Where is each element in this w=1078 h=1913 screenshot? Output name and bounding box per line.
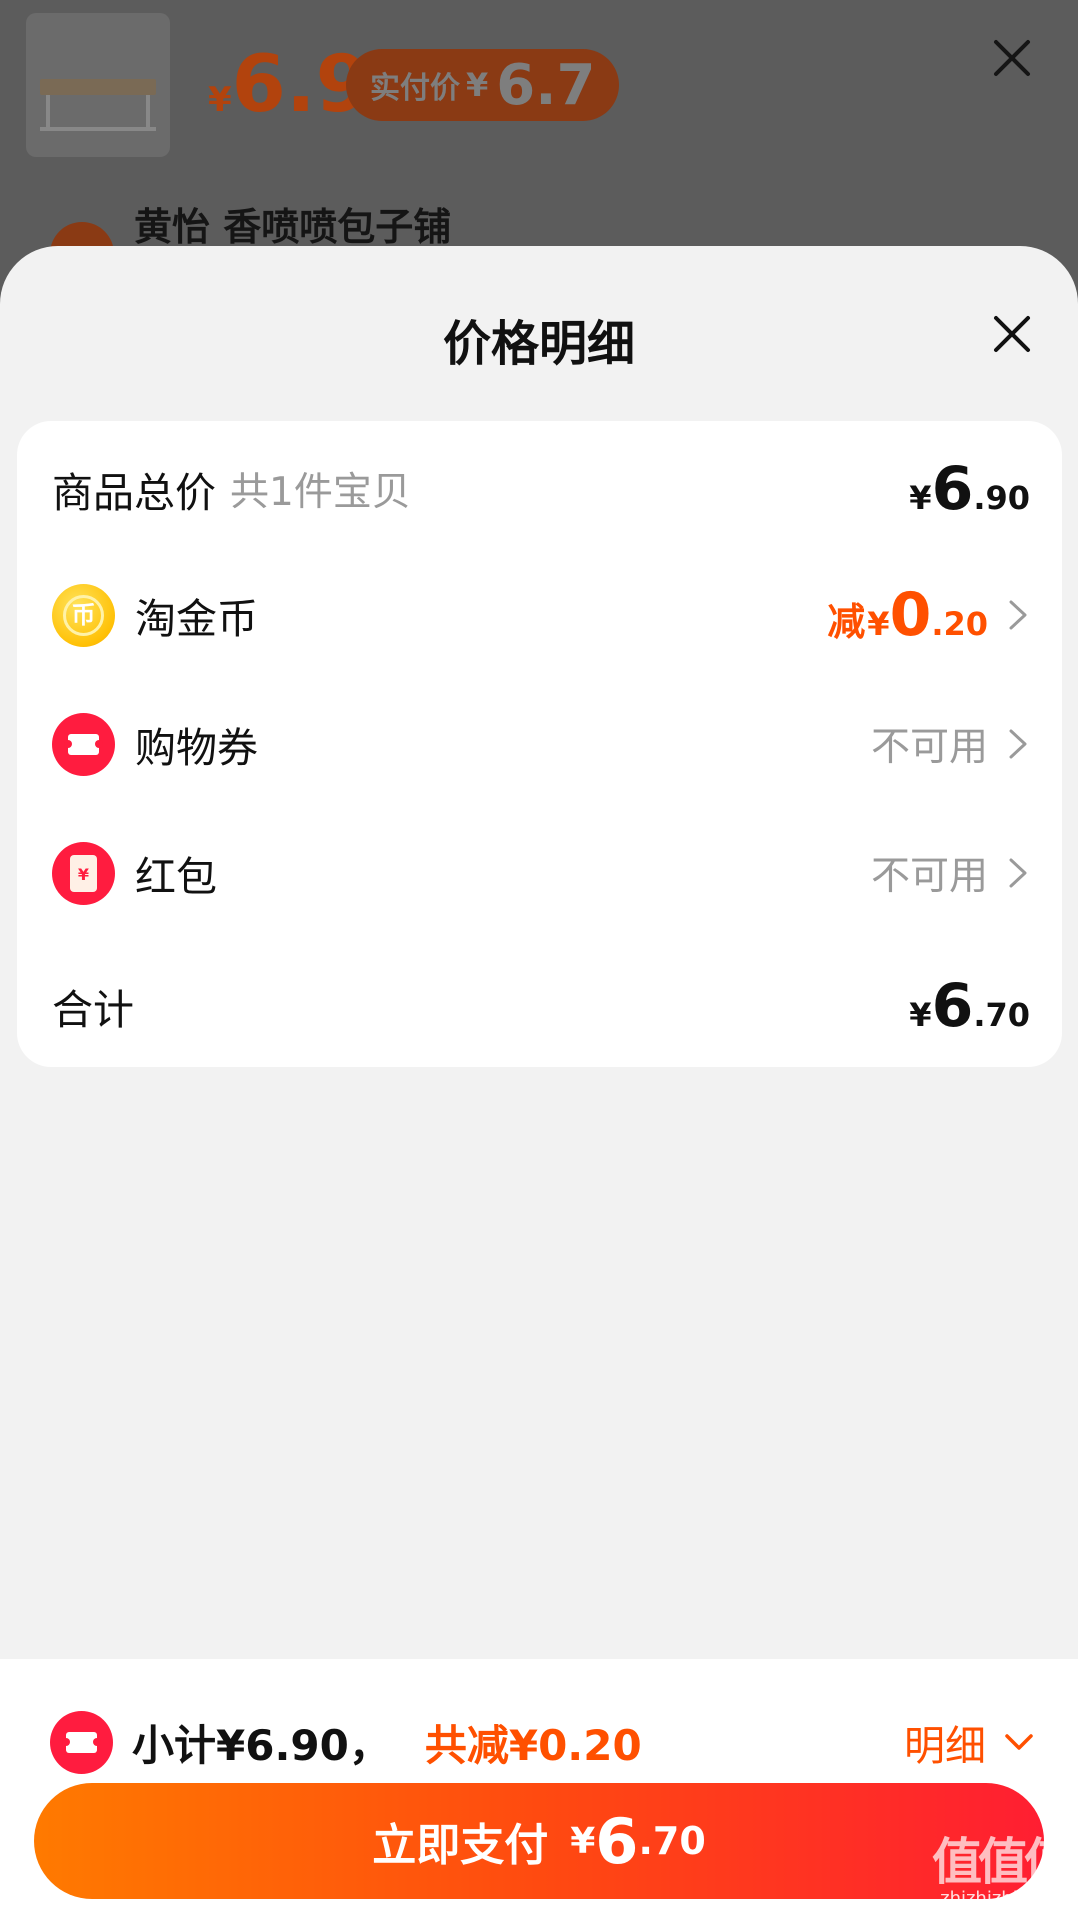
coupon-icon xyxy=(52,712,115,776)
pay-currency: ¥ xyxy=(570,1820,596,1862)
chevron-down-icon xyxy=(1005,1734,1033,1750)
detail-label: 明细 xyxy=(904,1722,986,1770)
chevron-right-icon xyxy=(1009,729,1027,759)
red-packet-label: 红包 xyxy=(135,853,217,901)
pay-amount-integer: 6 xyxy=(595,1804,639,1878)
red-packet-status: 不可用 xyxy=(870,854,988,899)
coupon-row[interactable]: 购物券 不可用 xyxy=(17,704,1062,784)
tao-coin-discount: 减 ¥0.20 xyxy=(827,579,988,650)
tao-coin-row[interactable]: 币 淘金币 减 ¥0.20 xyxy=(17,575,1062,655)
goods-total-price: ¥6.90 xyxy=(909,454,1030,524)
goods-total-label: 商品总价 xyxy=(52,469,216,517)
close-icon[interactable] xyxy=(990,36,1034,80)
price-detail-card: 商品总价 共1件宝贝 ¥6.90 币 淘金币 减 ¥0.20 购物券 不可用 ¥… xyxy=(17,421,1062,1067)
summary-row: 小计¥6.90， 共减¥0.20 明细 xyxy=(0,1709,1078,1775)
close-icon[interactable] xyxy=(990,312,1034,356)
subtotal-text: 小计¥6.90， xyxy=(132,1720,391,1770)
pay-amount-decimal: .70 xyxy=(638,1819,706,1863)
chevron-right-icon xyxy=(1009,858,1027,888)
tao-coin-label: 淘金币 xyxy=(135,595,258,643)
background-pay-price-pill: 实付价 ¥6.7 xyxy=(346,49,620,121)
detail-toggle-button[interactable]: 明细 xyxy=(904,1712,1034,1772)
coin-icon: 币 xyxy=(52,583,115,647)
sheet-title: 价格明细 xyxy=(442,316,635,372)
coupon-icon xyxy=(50,1710,113,1774)
goods-count: 共1件宝贝 xyxy=(230,470,411,515)
pay-now-label: 立即支付 xyxy=(372,1820,549,1871)
coupon-label: 购物券 xyxy=(135,724,258,772)
total-reduce-text: 共减¥0.20 xyxy=(424,1720,642,1770)
pay-now-button[interactable]: 立即支付 ¥ 6 .70 xyxy=(34,1783,1044,1899)
red-packet-row[interactable]: ¥ 红包 不可用 xyxy=(17,833,1062,913)
shop-name: 黄怡 香喷喷包子铺 xyxy=(134,205,452,249)
total-row: 合计 ¥6.70 xyxy=(17,966,1062,1046)
red-packet-icon: ¥ xyxy=(52,841,115,905)
chevron-right-icon xyxy=(1009,600,1027,630)
site-watermark: 值值值 zhizhizhi.com xyxy=(932,1832,1074,1909)
total-price: ¥6.70 xyxy=(909,971,1030,1041)
total-label: 合计 xyxy=(52,986,134,1034)
checkout-bar: 小计¥6.90， 共减¥0.20 明细 立即支付 ¥ 6 .70 xyxy=(0,1659,1078,1913)
coupon-status: 不可用 xyxy=(870,725,988,770)
goods-total-row: 商品总价 共1件宝贝 ¥6.90 xyxy=(17,449,1062,529)
product-thumbnail xyxy=(26,13,170,157)
